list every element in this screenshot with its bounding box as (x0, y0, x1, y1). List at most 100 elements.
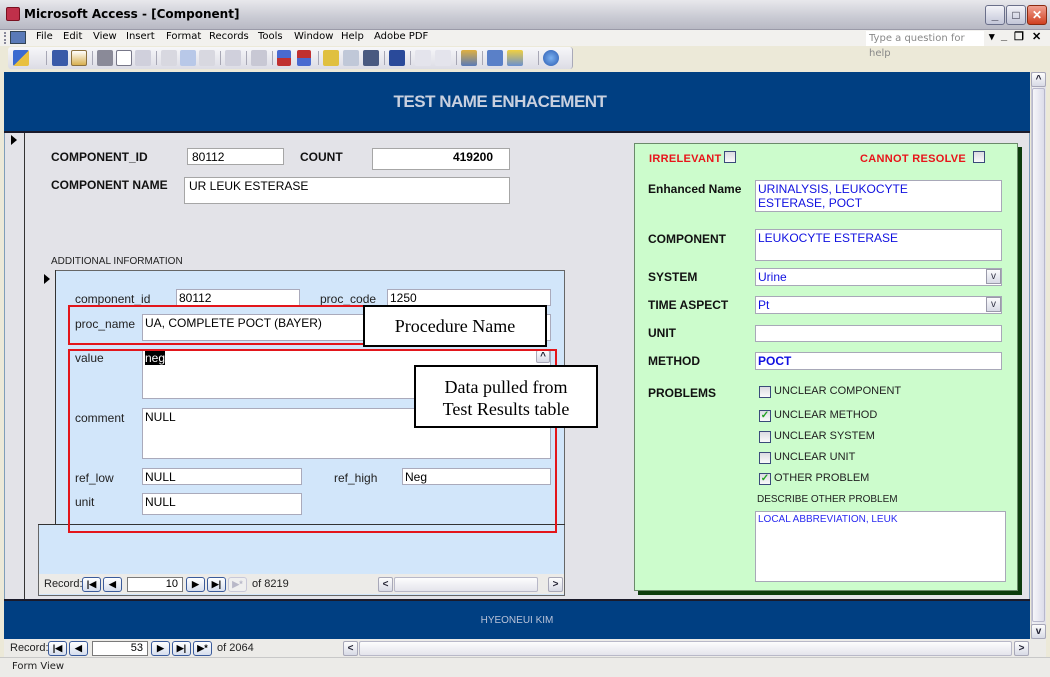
filter-by-selection-icon[interactable] (323, 50, 339, 66)
apply-filter-icon[interactable] (363, 50, 379, 66)
copy-icon[interactable] (180, 50, 196, 66)
mdi-minimize-button[interactable]: _ (1001, 30, 1007, 42)
system-dropdown-icon[interactable]: v (986, 269, 1001, 284)
data-pulled-line-1: Data pulled from (444, 377, 568, 397)
proc-code-field[interactable]: 1250 (387, 289, 551, 306)
main-previous-record-button[interactable]: ◀ (69, 641, 88, 656)
sub-component-id-field[interactable]: 80112 (176, 289, 300, 306)
menu-adobe-pdf[interactable]: Adobe PDF (374, 31, 428, 42)
irrelevant-checkbox[interactable] (724, 151, 736, 163)
menu-file[interactable]: File (36, 31, 53, 42)
unclear-unit-checkbox[interactable] (759, 452, 771, 464)
save-icon[interactable] (52, 50, 68, 66)
help-dropdown-icon[interactable]: ▾ (989, 30, 995, 43)
database-window-icon[interactable] (487, 50, 503, 66)
other-problem-checkbox[interactable]: ✓ (759, 473, 771, 485)
minimize-button[interactable]: _ (985, 5, 1005, 25)
subform-record-number-input[interactable]: 10 (127, 577, 183, 592)
form-scroll-up-button[interactable]: ^ (1031, 72, 1046, 87)
component-name-field[interactable]: UR LEUK ESTERASE (184, 177, 510, 204)
subform-scroll-right-button[interactable]: > (548, 577, 563, 592)
component-name-label: COMPONENT NAME (51, 178, 168, 192)
enhanced-name-line-2: ESTERASE, POCT (758, 196, 863, 210)
toolbar-separator (384, 51, 385, 65)
main-record-number-input[interactable]: 53 (92, 641, 148, 656)
unit-std-field[interactable] (755, 325, 1002, 342)
problems-label: PROBLEMS (648, 386, 717, 400)
main-next-record-button[interactable]: ▶ (151, 641, 170, 656)
time-aspect-combobox[interactable]: Pt (755, 296, 1002, 314)
main-last-record-button[interactable]: ▶| (172, 641, 191, 656)
menu-edit[interactable]: Edit (63, 31, 82, 42)
form-vertical-scroll-thumb[interactable] (1032, 88, 1045, 622)
unclear-component-checkbox[interactable] (759, 386, 771, 398)
help-icon[interactable] (543, 50, 559, 66)
sort-descending-icon[interactable] (297, 50, 311, 66)
unclear-system-checkbox[interactable] (759, 431, 771, 443)
sort-ascending-icon[interactable] (277, 50, 291, 66)
describe-other-problem-field[interactable]: LOCAL ABBREVIATION, LEUK (755, 511, 1006, 582)
main-scroll-left-button[interactable]: < (343, 641, 358, 656)
main-first-record-button[interactable]: |◀ (48, 641, 67, 656)
print-icon[interactable] (97, 50, 113, 66)
menu-help[interactable]: Help (341, 31, 364, 42)
menu-window[interactable]: Window (294, 31, 333, 42)
menu-tools[interactable]: Tools (258, 31, 283, 42)
system-combobox[interactable]: Urine (755, 268, 1002, 286)
component-field[interactable]: LEUKOCYTE ESTERASE (755, 229, 1002, 261)
paste-icon[interactable] (199, 50, 215, 66)
data-pulled-callout: Data pulled from Test Results table (414, 365, 598, 428)
method-label: METHOD (648, 354, 700, 368)
toolbar-separator (92, 51, 93, 65)
subform-record-selector[interactable] (38, 270, 56, 524)
main-scroll-right-button[interactable]: > (1014, 641, 1029, 656)
toolbar-separator (318, 51, 319, 65)
main-record-label: Record: (10, 642, 49, 654)
form-document-icon[interactable] (10, 31, 26, 44)
record-selector[interactable] (5, 133, 25, 601)
find-icon[interactable] (389, 50, 405, 66)
mdi-close-button[interactable]: ✕ (1032, 30, 1041, 43)
close-button[interactable]: ✕ (1027, 5, 1047, 25)
unclear-method-checkbox[interactable]: ✓ (759, 410, 771, 422)
count-field[interactable]: 419200 (372, 148, 510, 170)
subform-next-record-button[interactable]: ▶ (186, 577, 205, 592)
procedure-name-callout: Procedure Name (363, 305, 547, 347)
subform-scroll-left-button[interactable]: < (378, 577, 393, 592)
file-search-icon[interactable] (71, 50, 87, 66)
cannot-resolve-checkbox[interactable] (973, 151, 985, 163)
method-field[interactable]: POCT (755, 352, 1002, 370)
cut-icon[interactable] (161, 50, 177, 66)
hyperlink-icon[interactable] (251, 50, 267, 66)
component-id-field[interactable]: 80112 (187, 148, 284, 165)
menu-insert[interactable]: Insert (126, 31, 155, 42)
time-aspect-dropdown-icon[interactable]: v (986, 297, 1001, 312)
delete-record-icon[interactable] (435, 50, 451, 66)
maximize-button[interactable]: □ (1006, 5, 1026, 25)
menu-format[interactable]: Format (166, 31, 201, 42)
subform-horizontal-scrollbar[interactable] (394, 577, 538, 592)
new-object-icon[interactable] (507, 50, 523, 66)
form-scroll-down-button[interactable]: v (1031, 624, 1046, 639)
system-label: SYSTEM (648, 270, 698, 284)
design-view-icon[interactable] (13, 50, 29, 66)
subform-new-record-button[interactable]: ▶* (228, 577, 247, 592)
subform-first-record-button[interactable]: |◀ (82, 577, 101, 592)
main-new-record-button[interactable]: ▶* (193, 641, 212, 656)
mdi-restore-button[interactable]: ❐ (1014, 30, 1024, 43)
help-question-input[interactable]: Type a question for help (866, 31, 984, 59)
filter-by-form-icon[interactable] (343, 50, 359, 66)
main-horizontal-scrollbar[interactable] (359, 641, 1012, 656)
form-title: TEST NAME ENHACEMENT (393, 92, 607, 111)
subform-last-record-button[interactable]: ▶| (207, 577, 226, 592)
print-preview-icon[interactable] (116, 50, 132, 66)
menu-view[interactable]: View (93, 31, 117, 42)
spelling-icon[interactable] (135, 50, 151, 66)
menu-records[interactable]: Records (209, 31, 249, 42)
enhanced-name-field[interactable]: URINALYSIS, LEUKOCYTE ESTERASE, POCT (755, 180, 1002, 212)
properties-icon[interactable] (461, 50, 477, 66)
toolbar-separator (410, 51, 411, 65)
subform-previous-record-button[interactable]: ◀ (103, 577, 122, 592)
new-record-icon[interactable] (415, 50, 431, 66)
undo-icon[interactable] (225, 50, 241, 66)
